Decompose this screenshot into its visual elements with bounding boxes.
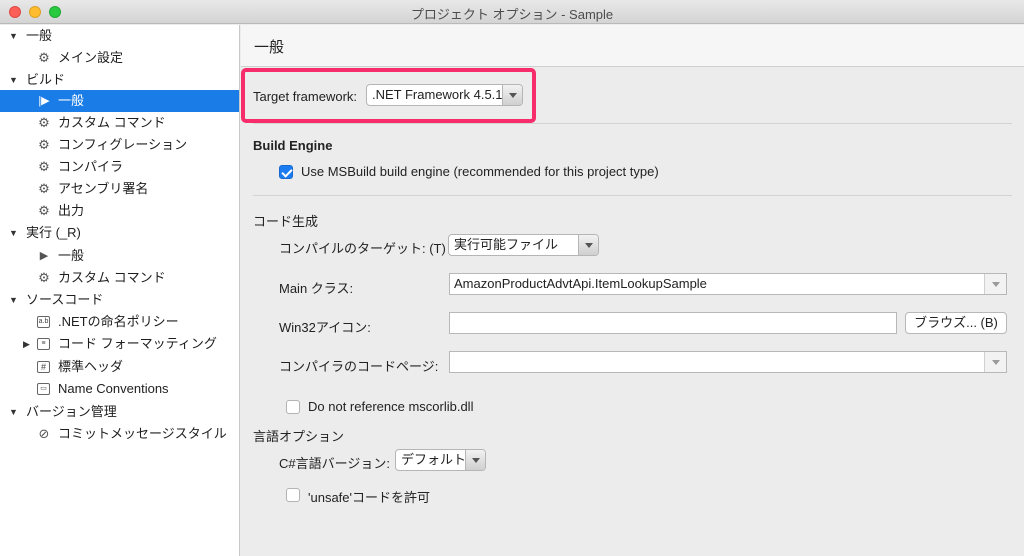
sidebar-group-run[interactable]: ▼ 実行 (_R): [0, 222, 239, 244]
allow-unsafe-checkbox[interactable]: [286, 488, 300, 502]
title-bar: プロジェクト オプション - Sample: [0, 0, 1024, 24]
csharp-version-label: C#言語バージョン:: [279, 456, 390, 471]
codegen-heading: コード生成: [253, 214, 319, 229]
compile-target-select[interactable]: 実行可能ファイル: [448, 234, 599, 256]
naming-icon: ▭: [37, 383, 50, 395]
compiler-codepage-combobox[interactable]: [449, 351, 1007, 373]
play-build-icon: |▶: [38, 95, 50, 107]
main-class-combobox[interactable]: AmazonProductAdvtApi.ItemLookupSample: [449, 273, 1007, 295]
sidebar-item-code-formatting[interactable]: ▶ ≡ コード フォーマッティング: [0, 333, 239, 355]
disclosure-expanded-icon[interactable]: ▼: [9, 222, 18, 244]
sidebar-item-build-general[interactable]: |▶ 一般: [0, 90, 239, 112]
sidebar-group-general[interactable]: ▼ 一般: [0, 25, 239, 47]
csharp-version-select[interactable]: デフォルト: [395, 449, 486, 471]
project-options-window: プロジェクト オプション - Sample ▼ 一般 ⚙ メイン設定 ▼ ビルド…: [0, 0, 1024, 556]
gear-icon: ⚙: [38, 50, 50, 65]
allow-unsafe-label: 'unsafe'コードを許可: [308, 490, 430, 505]
options-sidebar: ▼ 一般 ⚙ メイン設定 ▼ ビルド |▶ 一般 ⚙ カスタム コマンド ⚙ コ…: [0, 25, 240, 556]
use-msbuild-label: Use MSBuild build engine (recommended fo…: [301, 164, 659, 179]
sidebar-item-main-settings[interactable]: ⚙ メイン設定: [0, 47, 239, 69]
sidebar-item-build-custom-commands[interactable]: ⚙ カスタム コマンド: [0, 112, 239, 134]
use-msbuild-checkbox[interactable]: [279, 165, 293, 179]
disclosure-expanded-icon[interactable]: ▼: [9, 69, 18, 91]
gear-icon: ⚙: [38, 159, 50, 174]
main-class-label: Main クラス:: [279, 281, 354, 296]
sidebar-item-output[interactable]: ⚙ 出力: [0, 200, 239, 222]
sidebar-item-commit-message-style[interactable]: ⊘ コミットメッセージスタイル: [0, 423, 239, 445]
sidebar-item-name-conventions[interactable]: ▭ Name Conventions: [0, 378, 239, 400]
gear-icon: ⚙: [38, 181, 50, 196]
gear-icon: ⚙: [38, 115, 50, 130]
disclosure-expanded-icon[interactable]: ▼: [9, 401, 18, 423]
chevron-down-icon: [465, 450, 485, 470]
disclosure-expanded-icon[interactable]: ▼: [9, 289, 18, 311]
browse-button[interactable]: ブラウズ... (B): [905, 312, 1007, 334]
chevron-down-icon: [578, 235, 598, 255]
language-options-heading: 言語オプション: [253, 429, 345, 444]
sidebar-item-run-custom-commands[interactable]: ⚙ カスタム コマンド: [0, 267, 239, 289]
win32-icon-label: Win32アイコン:: [279, 320, 371, 335]
highlight-annotation: [241, 68, 536, 123]
disclosure-expanded-icon[interactable]: ▼: [9, 25, 18, 47]
gear-icon: ⚙: [38, 270, 50, 285]
hash-icon: #: [37, 361, 50, 373]
gear-icon: ⚙: [38, 137, 50, 152]
compile-target-label: コンパイルのターゲット: (T): [279, 241, 446, 256]
divider: [253, 123, 1012, 124]
chevron-down-icon[interactable]: [984, 274, 1006, 294]
sidebar-item-assembly-signing[interactable]: ⚙ アセンブリ署名: [0, 178, 239, 200]
page-title: 一般: [254, 39, 285, 56]
naming-policy-icon: a.b: [37, 316, 50, 328]
play-icon: ▶: [39, 250, 49, 262]
commit-check-icon: ⊘: [38, 426, 50, 441]
window-title: プロジェクト オプション - Sample: [410, 7, 614, 22]
gear-icon: ⚙: [38, 203, 50, 218]
no-mscorlib-label: Do not reference mscorlib.dll: [308, 399, 474, 414]
divider: [253, 195, 1012, 196]
compile-target-value: 実行可能ファイル: [454, 237, 559, 252]
no-mscorlib-checkbox[interactable]: [286, 400, 300, 414]
page-header: 一般: [241, 25, 1024, 67]
sidebar-group-build[interactable]: ▼ ビルド: [0, 69, 239, 91]
sidebar-item-dotnet-naming-policy[interactable]: a.b .NETの命名ポリシー: [0, 311, 239, 333]
csharp-version-value: デフォルト: [401, 452, 467, 467]
sidebar-item-configurations[interactable]: ⚙ コンフィグレーション: [0, 134, 239, 156]
build-engine-heading: Build Engine: [253, 138, 333, 153]
chevron-down-icon[interactable]: [984, 352, 1006, 372]
compiler-codepage-label: コンパイラのコードページ:: [279, 359, 439, 374]
sidebar-item-run-general[interactable]: ▶ 一般: [0, 245, 239, 267]
win32-icon-field[interactable]: [449, 312, 897, 334]
sidebar-group-version-control[interactable]: ▼ バージョン管理: [0, 401, 239, 423]
code-format-icon: ≡: [37, 338, 50, 350]
sidebar-item-compiler[interactable]: ⚙ コンパイラ: [0, 156, 239, 178]
main-class-value: AmazonProductAdvtApi.ItemLookupSample: [454, 276, 707, 291]
disclosure-collapsed-icon[interactable]: ▶: [23, 333, 30, 355]
sidebar-item-standard-header[interactable]: # 標準ヘッダ: [0, 356, 239, 378]
sidebar-group-source-code[interactable]: ▼ ソースコード: [0, 289, 239, 311]
